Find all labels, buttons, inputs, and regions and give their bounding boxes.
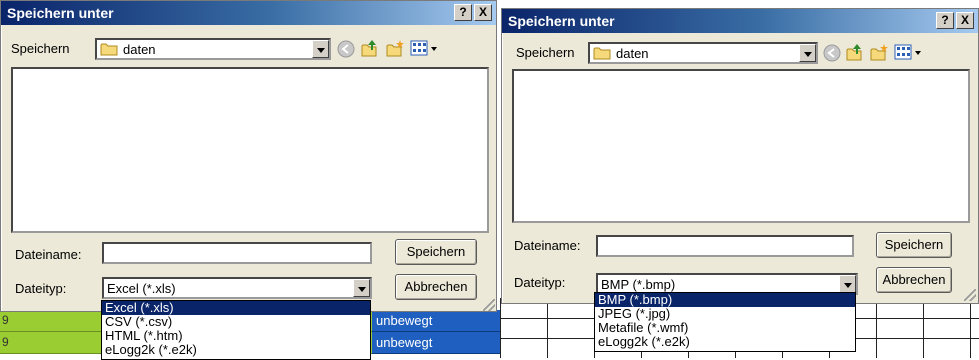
- resize-grip[interactable]: [964, 289, 976, 301]
- filetype-option[interactable]: eLogg2k (*.e2k): [102, 343, 370, 357]
- filetype-select[interactable]: Excel (*.xls): [102, 277, 372, 299]
- folder-icon: [100, 43, 118, 56]
- filename-label: Dateiname:: [514, 238, 581, 253]
- file-list[interactable]: [512, 69, 970, 223]
- back-icon[interactable]: [336, 39, 356, 59]
- new-folder-icon[interactable]: [385, 38, 405, 58]
- filename-label: Dateiname:: [15, 247, 82, 262]
- cancel-button[interactable]: Abbrechen: [395, 274, 477, 300]
- help-button[interactable]: ?: [454, 4, 472, 21]
- chevron-down-icon[interactable]: [799, 44, 816, 62]
- new-folder-icon[interactable]: [869, 42, 889, 62]
- save-in-folder: daten: [616, 46, 649, 61]
- dialog-title: Speichern unter: [7, 5, 114, 21]
- sheet-cell: 9: [2, 335, 9, 349]
- filetype-option[interactable]: JPEG (*.jpg): [595, 307, 855, 321]
- save-as-dialog-left: Speichern unter ? X Speichern daten Date…: [0, 0, 497, 312]
- close-button[interactable]: X: [956, 12, 974, 29]
- save-button[interactable]: Speichern: [876, 232, 952, 258]
- view-menu-icon[interactable]: [893, 42, 925, 62]
- title-bar: Speichern unter ? X: [502, 9, 978, 33]
- sheet-status-cell: unbewegt: [372, 310, 500, 332]
- filetype-option[interactable]: HTML (*.htm): [102, 329, 370, 343]
- filetype-selected: BMP (*.bmp): [601, 277, 676, 292]
- filetype-dropdown-list: BMP (*.bmp) JPEG (*.jpg) Metafile (*.wmf…: [594, 292, 856, 352]
- filename-input[interactable]: [102, 242, 372, 264]
- save-in-label: Speichern: [516, 45, 575, 60]
- filetype-option[interactable]: CSV (*.csv): [102, 315, 370, 329]
- save-in-label: Speichern: [11, 41, 70, 56]
- view-menu-icon[interactable]: [409, 38, 441, 58]
- filetype-option[interactable]: Excel (*.xls): [102, 301, 370, 315]
- dialog-title: Speichern unter: [508, 13, 615, 29]
- sheet-status-cell: unbewegt: [372, 332, 500, 354]
- close-button[interactable]: X: [474, 4, 492, 21]
- title-bar: Speichern unter ? X: [1, 1, 496, 25]
- filetype-option[interactable]: eLogg2k (*.e2k): [595, 335, 855, 349]
- sheet-cell: 9: [2, 313, 9, 327]
- resize-grip[interactable]: [483, 299, 495, 311]
- filetype-label: Dateityp:: [514, 275, 566, 290]
- up-folder-icon[interactable]: [845, 42, 865, 62]
- file-list[interactable]: [11, 67, 489, 233]
- save-in-folder: daten: [123, 42, 156, 57]
- filetype-option[interactable]: Metafile (*.wmf): [595, 321, 855, 335]
- up-folder-icon[interactable]: [360, 38, 380, 58]
- chevron-down-icon[interactable]: [353, 279, 370, 297]
- save-button[interactable]: Speichern: [395, 239, 477, 265]
- back-icon[interactable]: [822, 43, 842, 63]
- save-as-dialog-right: Speichern unter ? X Speichern daten Date…: [501, 8, 979, 304]
- save-in-combo[interactable]: daten: [95, 38, 331, 60]
- chevron-down-icon[interactable]: [839, 275, 856, 293]
- folder-icon: [593, 47, 611, 60]
- filetype-dropdown-list: Excel (*.xls) CSV (*.csv) HTML (*.htm) e…: [101, 300, 371, 360]
- chevron-down-icon[interactable]: [312, 40, 329, 58]
- cancel-button[interactable]: Abbrechen: [876, 267, 952, 293]
- filetype-label: Dateityp:: [15, 281, 67, 296]
- filetype-option[interactable]: BMP (*.bmp): [595, 293, 855, 307]
- filetype-selected: Excel (*.xls): [107, 281, 176, 296]
- save-in-combo[interactable]: daten: [588, 42, 818, 64]
- help-button[interactable]: ?: [936, 12, 954, 29]
- filename-input[interactable]: [596, 235, 854, 257]
